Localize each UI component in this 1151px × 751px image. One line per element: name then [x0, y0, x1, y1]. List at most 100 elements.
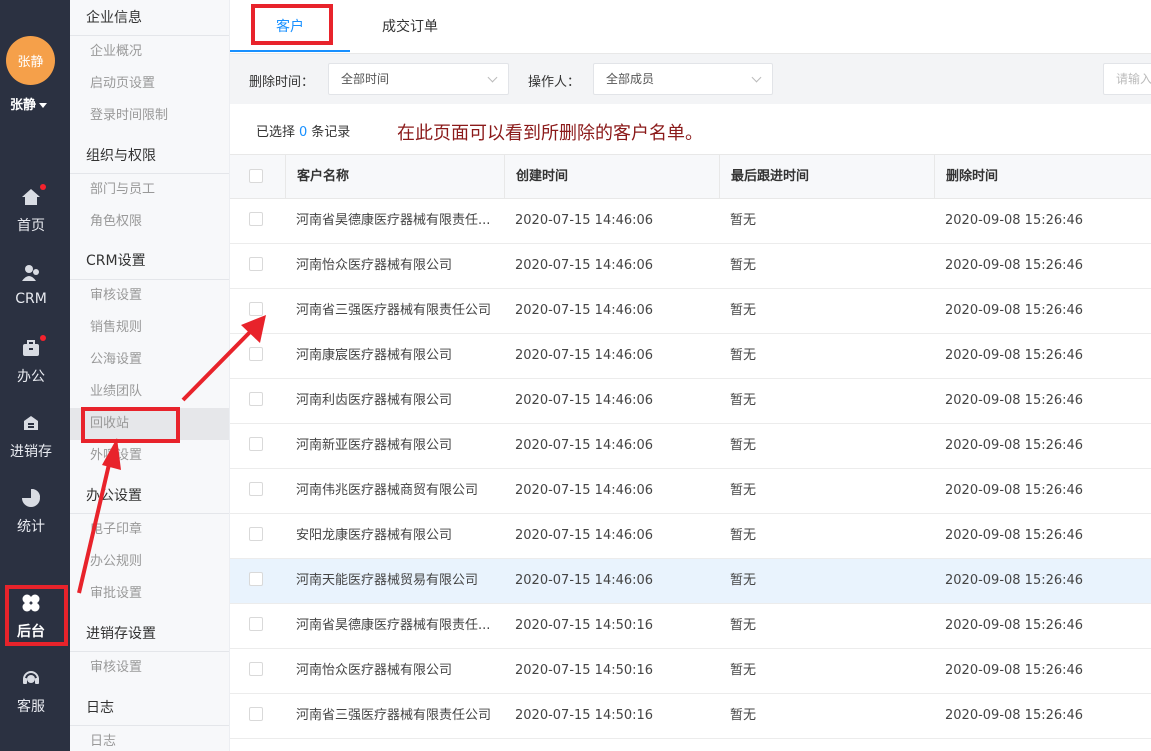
cell-created-time: 2020-07-15 14:46:06: [515, 393, 654, 408]
cell-last-followup: 暂无: [730, 573, 757, 588]
cell-last-followup: 暂无: [730, 393, 757, 408]
row-checkbox[interactable]: [249, 572, 263, 586]
annotation-box-recycle-bin: [81, 407, 180, 443]
delete-time-select[interactable]: 全部时间: [328, 63, 509, 95]
cell-customer-name: 河南省昊德康医疗器械有限责任...: [296, 618, 491, 633]
cell-deleted-time: 2020-09-08 15:26:46: [945, 618, 1084, 633]
cell-customer-name: 河南省三强医疗器械有限责任公司: [296, 708, 492, 723]
menu-item-outbound-call[interactable]: 外呼设置: [70, 440, 229, 472]
cell-created-time: 2020-07-15 14:50:16: [515, 663, 654, 678]
inventory-icon: [21, 413, 41, 433]
cell-customer-name: 河南康宸医疗器械有限公司: [296, 348, 453, 363]
rail-item-label: CRM: [15, 291, 47, 307]
table-row[interactable]: 河南康宸医疗器械有限公司 2020-07-15 14:46:06 暂无 2020-09…: [230, 334, 1151, 379]
rail-item-crm[interactable]: CRM: [0, 263, 62, 307]
selection-info: 已选择 0 条记录: [256, 121, 350, 140]
selection-prefix: 已选择: [256, 125, 296, 140]
table-row[interactable]: 河南伟兆医疗器械商贸有限公司 2020-07-15 14:46:06 暂无 2020-…: [230, 469, 1151, 514]
row-checkbox[interactable]: [249, 617, 263, 631]
menu-group-inventory: 进销存设置: [86, 626, 156, 642]
avatar[interactable]: 张静: [6, 36, 55, 85]
table-row[interactable]: 河南省三强医疗器械有限责任公司 2020-07-15 14:50:16 暂无 2020…: [230, 694, 1151, 739]
cell-deleted-time: 2020-09-08 15:26:46: [945, 348, 1084, 363]
menu-item-sales-rules[interactable]: 销售规则: [70, 312, 229, 344]
cell-created-time: 2020-07-15 14:46:06: [515, 528, 654, 543]
cell-created-time: 2020-07-15 14:46:06: [515, 258, 654, 273]
menu-item-roles[interactable]: 角色权限: [70, 206, 229, 238]
row-checkbox[interactable]: [249, 257, 263, 271]
operator-select[interactable]: 全部成员: [593, 63, 773, 95]
menu-item-public-pool[interactable]: 公海设置: [70, 344, 229, 376]
main-content: 客户 成交订单 删除时间： 全部时间 操作人： 全部成员 请输入 已选择 0 条记录…: [230, 0, 1151, 751]
caret-down-icon: [39, 103, 48, 108]
operator-value: 全部成员: [606, 72, 655, 86]
cell-last-followup: 暂无: [730, 438, 757, 453]
row-checkbox[interactable]: [249, 302, 263, 316]
menu-item-e-seal[interactable]: 电子印章: [70, 514, 229, 546]
cell-deleted-time: 2020-09-08 15:26:46: [945, 438, 1084, 453]
menu-item-login-time-limit[interactable]: 登录时间限制: [70, 100, 229, 132]
rail-item-statistics[interactable]: 统计: [0, 488, 62, 536]
column-header-name: 客户名称: [285, 155, 504, 200]
table-row[interactable]: 河南新亚医疗器械有限公司 2020-07-15 14:46:06 暂无 2020-09…: [230, 424, 1151, 469]
cell-deleted-time: 2020-09-08 15:26:46: [945, 393, 1084, 408]
menu-item-office-rules[interactable]: 办公规则: [70, 546, 229, 578]
row-checkbox[interactable]: [249, 527, 263, 541]
column-header-created: 创建时间: [504, 155, 719, 200]
menu-group-org: 组织与权限: [86, 148, 156, 164]
rail-item-support[interactable]: 客服: [0, 668, 62, 716]
table-row[interactable]: 河南省三强医疗器械有限责任公司 2020-07-15 14:46:06 暂无 2020…: [230, 289, 1151, 334]
headset-icon: [21, 668, 41, 688]
rail-item-label: 办公: [17, 369, 45, 385]
menu-item-splash-settings[interactable]: 启动页设置: [70, 68, 229, 100]
rail-item-office[interactable]: 办公: [0, 335, 62, 386]
select-all-checkbox[interactable]: [249, 169, 263, 183]
tab-bar: 客户 成交订单: [230, 0, 1151, 54]
search-input[interactable]: 请输入: [1103, 63, 1151, 95]
menu-item-inventory-review[interactable]: 审核设置: [70, 652, 229, 684]
cell-deleted-time: 2020-09-08 15:26:46: [945, 663, 1084, 678]
selection-suffix: 条记录: [311, 125, 351, 140]
tab-orders[interactable]: 成交订单: [382, 16, 438, 36]
chevron-down-icon: [487, 72, 498, 83]
menu-group-crm: CRM设置: [86, 253, 146, 269]
row-checkbox[interactable]: [249, 392, 263, 406]
rail-item-home[interactable]: 首页: [0, 184, 62, 235]
menu-item-sales-team[interactable]: 业绩团队: [70, 376, 229, 408]
cell-last-followup: 暂无: [730, 528, 757, 543]
menu-item-log[interactable]: 日志: [70, 726, 229, 751]
cell-deleted-time: 2020-09-08 15:26:46: [945, 483, 1084, 498]
table-row[interactable]: 河南怡众医疗器械有限公司 2020-07-15 14:46:06 暂无 2020-09…: [230, 244, 1151, 289]
cell-last-followup: 暂无: [730, 213, 757, 228]
row-checkbox[interactable]: [249, 212, 263, 226]
cell-customer-name: 河南省昊德康医疗器械有限责任...: [296, 213, 491, 228]
cell-created-time: 2020-07-15 14:46:06: [515, 438, 654, 453]
row-checkbox[interactable]: [249, 347, 263, 361]
rail-item-label: 首页: [17, 218, 45, 234]
row-checkbox[interactable]: [249, 707, 263, 721]
table-row[interactable]: 安阳龙康医疗器械有限公司 2020-07-15 14:46:06 暂无 2020-09…: [230, 514, 1151, 559]
rail-item-label: 统计: [17, 519, 45, 535]
cell-customer-name: 河南怡众医疗器械有限公司: [296, 663, 453, 678]
briefcase-icon: [21, 335, 46, 358]
menu-group-log: 日志: [86, 700, 114, 716]
menu-item-approval[interactable]: 审批设置: [70, 578, 229, 610]
rail-item-label: 进销存: [10, 444, 52, 460]
table-row[interactable]: 河南省昊德康医疗器械有限责任... 2020-07-15 14:50:16 暂无 20…: [230, 604, 1151, 649]
table-row[interactable]: 河南天能医疗器械贸易有限公司 2020-07-15 14:46:06 暂无 2020-…: [230, 559, 1151, 604]
cell-deleted-time: 2020-09-08 15:26:46: [945, 213, 1084, 228]
table-row[interactable]: 河南怡众医疗器械有限公司 2020-07-15 14:50:16 暂无 2020-09…: [230, 649, 1151, 694]
menu-item-departments[interactable]: 部门与员工: [70, 174, 229, 206]
menu-item-crm-review[interactable]: 审核设置: [70, 280, 229, 312]
row-checkbox[interactable]: [249, 662, 263, 676]
table-row[interactable]: 河南利齿医疗器械有限公司 2020-07-15 14:46:06 暂无 2020-09…: [230, 379, 1151, 424]
rail-item-inventory[interactable]: 进销存: [0, 413, 62, 461]
username-label: 张静: [10, 98, 37, 113]
row-checkbox[interactable]: [249, 437, 263, 451]
table-row[interactable]: 河南省昊德康医疗器械有限责任... 2020-07-15 14:46:06 暂无 20…: [230, 199, 1151, 244]
row-checkbox[interactable]: [249, 482, 263, 496]
user-menu[interactable]: 张静: [10, 94, 48, 113]
column-header-last-followup: 最后跟进时间: [719, 155, 934, 200]
filter-bar: 删除时间： 全部时间 操作人： 全部成员 请输入: [230, 54, 1151, 104]
menu-item-company-overview[interactable]: 企业概况: [70, 36, 229, 68]
